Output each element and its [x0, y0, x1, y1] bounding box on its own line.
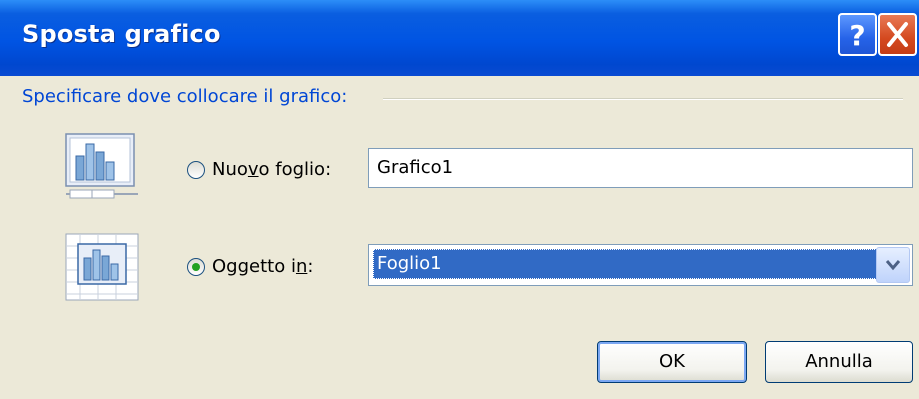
svg-text:?: ?: [849, 19, 865, 52]
help-button[interactable]: ?: [838, 13, 877, 56]
dropdown-button[interactable]: [876, 247, 910, 283]
radio-selected-dot: [192, 263, 200, 271]
object-in-radio[interactable]: [187, 258, 205, 276]
cancel-button[interactable]: Annulla: [765, 341, 913, 383]
help-icon: ?: [849, 19, 865, 52]
title-bar[interactable]: Sposta grafico ?: [0, 0, 919, 76]
close-icon: [887, 22, 908, 47]
object-in-selected-value[interactable]: Foglio1: [373, 249, 877, 279]
dialog-body: Specificare dove collocare il grafico: N…: [0, 76, 919, 399]
object-in-label[interactable]: Oggetto in:: [212, 256, 313, 277]
object-in-select[interactable]: Foglio1: [368, 244, 913, 286]
dialog-title: Sposta grafico: [22, 20, 221, 48]
move-chart-dialog: Sposta grafico ? Specificare dove colloc…: [0, 0, 919, 399]
chart-new-sheet-icon: [65, 133, 138, 199]
group-label: Specificare dove collocare il grafico:: [22, 86, 348, 107]
ok-button[interactable]: OK: [597, 341, 747, 383]
chart-embedded-icon: [65, 233, 139, 301]
new-sheet-radio[interactable]: [187, 161, 205, 179]
close-button[interactable]: [878, 13, 917, 56]
chevron-down-icon: [885, 260, 901, 271]
new-sheet-name-input[interactable]: Grafico1: [368, 148, 913, 188]
new-sheet-label[interactable]: Nuovo foglio:: [212, 159, 331, 180]
group-divider: [383, 98, 903, 100]
